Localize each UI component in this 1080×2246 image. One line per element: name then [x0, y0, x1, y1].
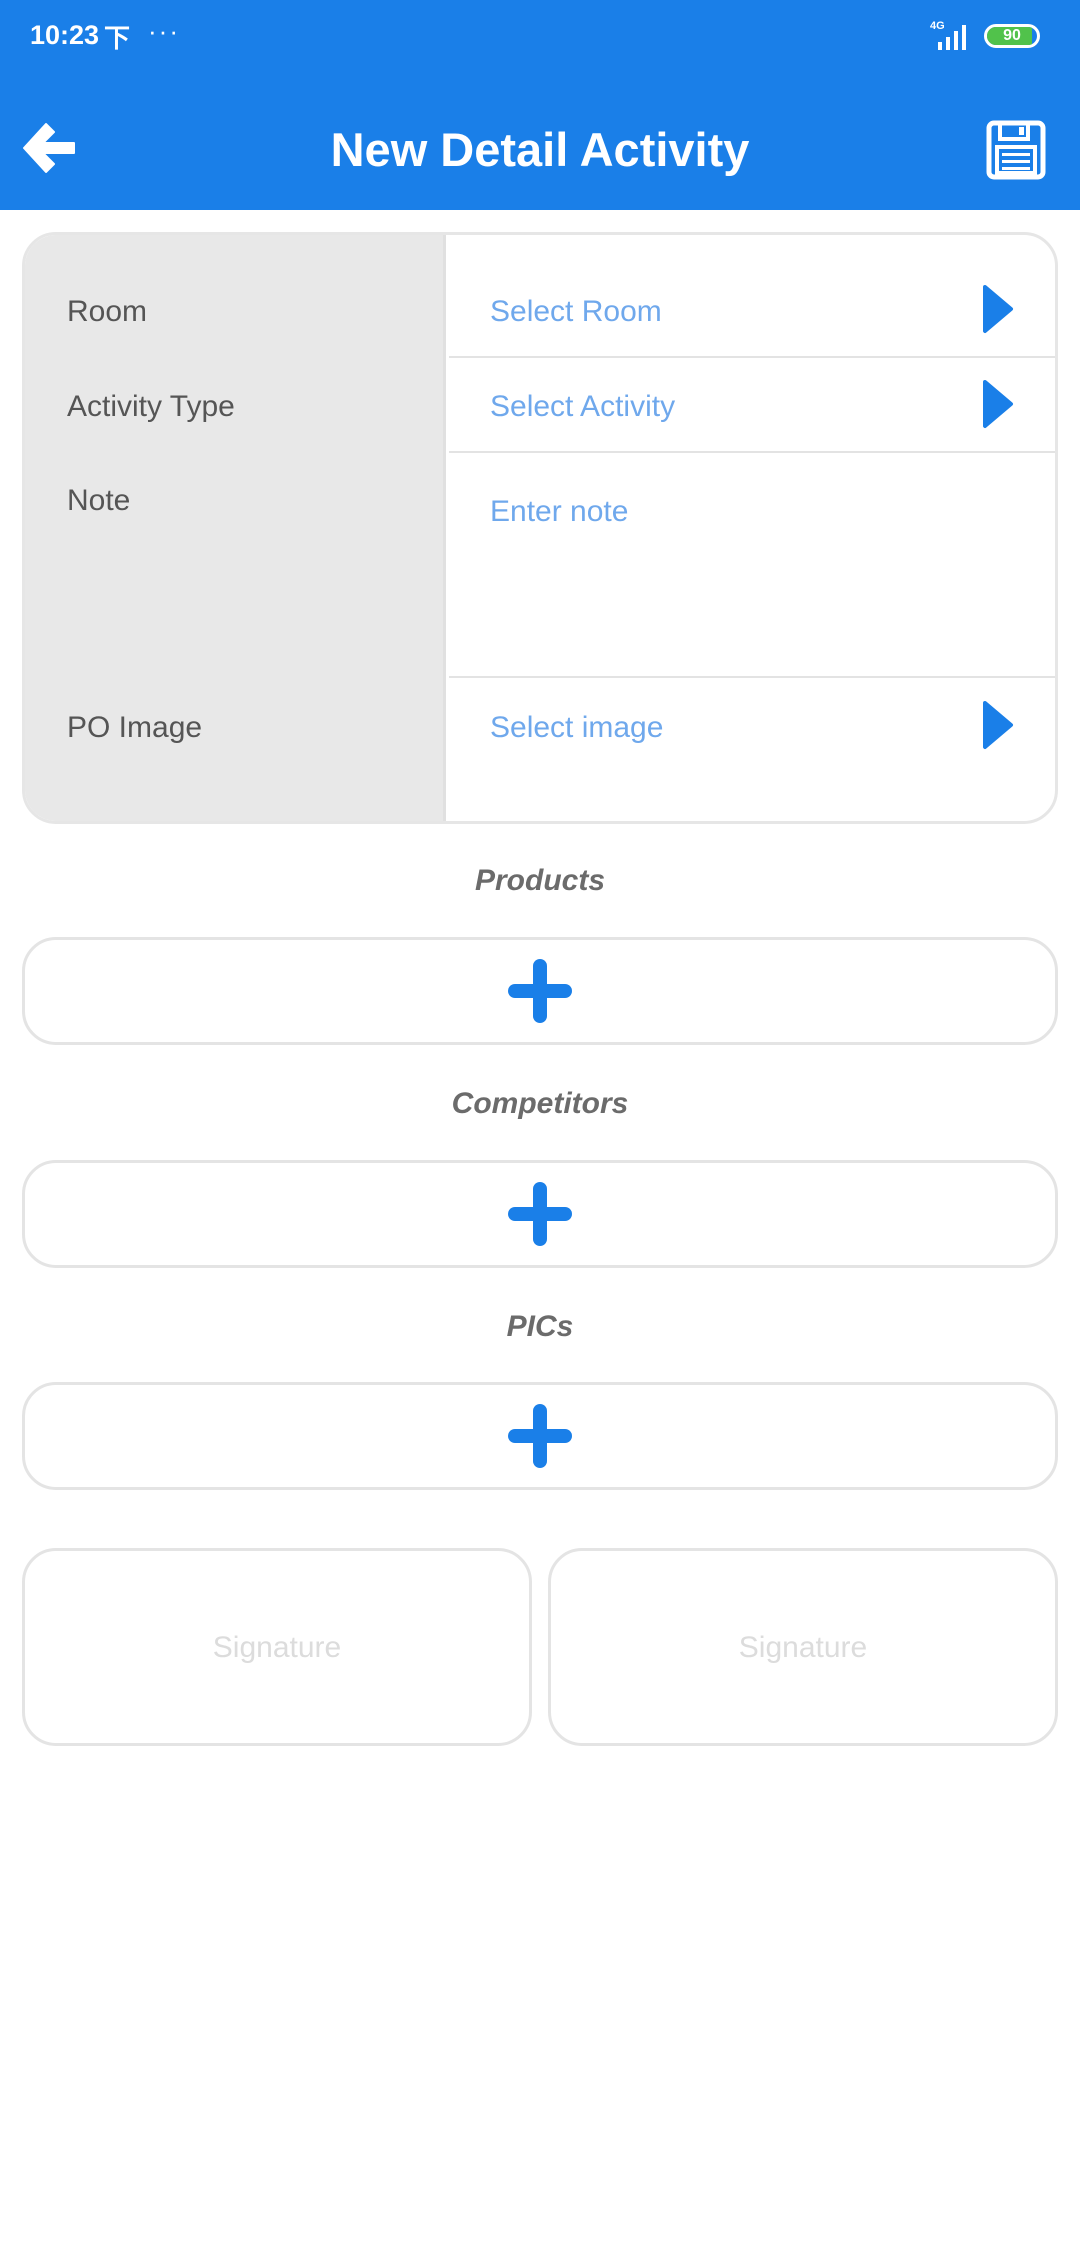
plus-icon [508, 1404, 572, 1468]
more-notifications-icon: ··· [148, 16, 180, 46]
page-title: New Detail Activity [330, 123, 750, 176]
po-image-chevron-right-icon[interactable] [981, 699, 1015, 751]
plus-icon [508, 959, 572, 1023]
activity-type-select[interactable]: Select Activity [490, 390, 675, 424]
save-icon[interactable] [986, 120, 1046, 180]
status-bar: 10:23 下 ··· 4G 90 [0, 0, 1080, 75]
plus-icon [508, 1182, 572, 1246]
battery-icon: 90 [984, 24, 1040, 48]
note-input[interactable]: Enter note [490, 495, 628, 529]
activity-type-label: Activity Type [67, 390, 235, 423]
app-bar: 10:23 下 ··· 4G 90 New Detail Activity [0, 0, 1080, 210]
room-chevron-right-icon[interactable] [981, 283, 1015, 335]
room-label: Room [67, 295, 148, 328]
note-label: Note [67, 484, 131, 517]
activity-form: Room Select Room Activity Type Select Ac… [22, 232, 1058, 824]
add-product-button[interactable] [22, 937, 1058, 1045]
row-divider [449, 356, 1055, 358]
status-time: 10:23 [30, 20, 100, 50]
back-arrow-icon[interactable] [18, 118, 78, 178]
signature-pad-1[interactable]: Signature [22, 1548, 532, 1746]
signature-pad-2[interactable]: Signature [548, 1548, 1058, 1746]
notification-icon: 下 [104, 23, 131, 53]
competitors-heading: Competitors [451, 1087, 629, 1120]
signature-placeholder: Signature [212, 1631, 342, 1664]
signal-icon [938, 25, 966, 50]
po-image-select[interactable]: Select image [490, 711, 663, 745]
signature-placeholder: Signature [738, 1631, 868, 1664]
add-pic-button[interactable] [22, 1382, 1058, 1490]
row-divider [449, 676, 1055, 678]
room-select[interactable]: Select Room [490, 295, 662, 329]
battery-level: 90 [1003, 27, 1021, 44]
add-competitor-button[interactable] [22, 1160, 1058, 1268]
po-image-label: PO Image [67, 711, 203, 744]
activity-chevron-right-icon[interactable] [981, 378, 1015, 430]
row-divider [449, 451, 1055, 453]
pics-heading: PICs [506, 1310, 574, 1343]
products-heading: Products [474, 864, 606, 897]
